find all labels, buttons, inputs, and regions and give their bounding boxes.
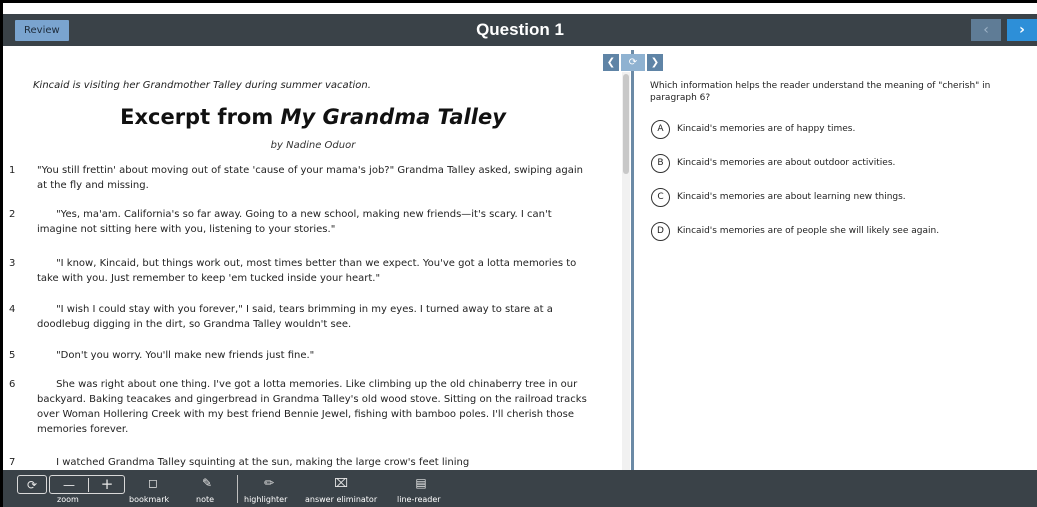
toolbar-separator — [237, 475, 238, 503]
chevron-left-icon: ❮ — [606, 57, 616, 68]
review-button[interactable]: Review — [15, 20, 69, 41]
passage-intro: Kincaid is visiting her Grandmother Tall… — [33, 80, 371, 91]
previous-question-button[interactable]: ‹ — [971, 19, 1001, 41]
paragraph: 2 "Yes, ma'am. California's so far away.… — [9, 207, 590, 237]
paragraph-number: 7 — [9, 457, 16, 468]
zoom-divider — [88, 478, 89, 492]
paragraph: 6 She was right about one thing. I've go… — [9, 377, 590, 437]
expand-left-button[interactable]: ❮ — [603, 54, 619, 71]
answer-eliminator-icon[interactable]: ⌧ — [328, 474, 354, 492]
chevron-left-icon: ‹ — [983, 22, 989, 38]
highlighter-icon[interactable]: ✏ — [256, 474, 282, 492]
note-icon[interactable]: ✎ — [195, 474, 219, 492]
bookmark-icon[interactable]: ◻ — [141, 474, 165, 492]
zoom-out-icon[interactable]: — — [54, 476, 84, 494]
paragraph-text: "Yes, ma'am. California's so far away. G… — [37, 209, 552, 235]
line-reader-icon[interactable]: ▤ — [408, 474, 434, 492]
paragraph: 7 I watched Grandma Talley squinting at … — [9, 455, 590, 470]
bookmark-label[interactable]: bookmark — [129, 495, 169, 504]
paragraph-text: She was right about one thing. I've got … — [37, 379, 587, 435]
paragraph: 4 "I wish I could stay with you forever,… — [9, 302, 590, 332]
chevron-right-icon: ❯ — [650, 57, 660, 68]
paragraph-text: "Don't you worry. You'll make new friend… — [37, 350, 315, 361]
paragraph-number: 6 — [9, 379, 16, 390]
passage-pane: Kincaid is visiting her Grandmother Tall… — [3, 50, 620, 470]
answer-eliminator-label[interactable]: answer eliminator — [305, 495, 377, 504]
choice-letter[interactable]: C — [651, 188, 670, 207]
choice-letter[interactable]: D — [651, 222, 670, 241]
choice-text[interactable]: Kincaid's memories are about learning ne… — [677, 192, 906, 202]
reset-icon: ⟳ — [628, 57, 638, 68]
zoom-reset-button[interactable]: ⟳ — [17, 475, 47, 494]
pane-divider[interactable] — [631, 50, 634, 470]
zoom-label: zoom — [57, 495, 79, 504]
choice-text[interactable]: Kincaid's memories are of people she wil… — [677, 226, 939, 236]
paragraph-text: "I know, Kincaid, but things work out, m… — [37, 258, 577, 284]
tools-toolbar: ⟳ — + zoom ◻ bookmark ✎ note ✏ highlight… — [3, 470, 1037, 507]
paragraph-text: I watched Grandma Talley squinting at th… — [37, 457, 470, 468]
next-question-button[interactable]: › — [1007, 19, 1037, 41]
title-prefix: Excerpt from — [120, 105, 281, 129]
paragraph-text: "I wish I could stay with you forever," … — [37, 304, 553, 330]
highlighter-label[interactable]: highlighter — [244, 495, 287, 504]
passage-scrollbar-thumb[interactable] — [623, 74, 629, 174]
chevron-right-icon: › — [1019, 22, 1025, 38]
paragraph-number: 1 — [9, 165, 16, 176]
paragraph-number: 3 — [9, 258, 16, 269]
line-reader-label[interactable]: line-reader — [397, 495, 441, 504]
question-title: Question 1 — [476, 20, 564, 39]
paragraph-number: 5 — [9, 350, 16, 361]
choice-letter[interactable]: B — [651, 154, 670, 173]
reset-split-button[interactable]: ⟳ — [621, 54, 645, 71]
zoom-controls: — + — [49, 475, 125, 494]
paragraph: 3 "I know, Kincaid, but things work out,… — [9, 256, 590, 286]
question-prompt: Which information helps the reader under… — [650, 81, 991, 103]
paragraph: 5 "Don't you worry. You'll make new frie… — [9, 348, 590, 363]
refresh-icon: ⟳ — [26, 478, 38, 492]
choice-text[interactable]: Kincaid's memories are of happy times. — [677, 124, 855, 134]
choice-text[interactable]: Kincaid's memories are about outdoor act… — [677, 158, 895, 168]
note-label[interactable]: note — [196, 495, 214, 504]
paragraph-text: "You still frettin' about moving out of … — [37, 165, 584, 191]
passage-title: Excerpt from My Grandma Talley — [3, 105, 620, 129]
zoom-in-icon[interactable]: + — [92, 475, 122, 493]
choice-letter[interactable]: A — [651, 120, 670, 139]
expand-right-button[interactable]: ❯ — [647, 54, 663, 71]
title-italic: My Grandma Talley — [280, 105, 506, 129]
paragraph-number: 4 — [9, 304, 16, 315]
paragraph: 1 "You still frettin' about moving out o… — [9, 163, 590, 193]
passage-byline: by Nadine Oduor — [270, 140, 356, 151]
header-bar: Question 1 Review ‹ › — [3, 14, 1037, 46]
paragraph-number: 2 — [9, 209, 16, 220]
